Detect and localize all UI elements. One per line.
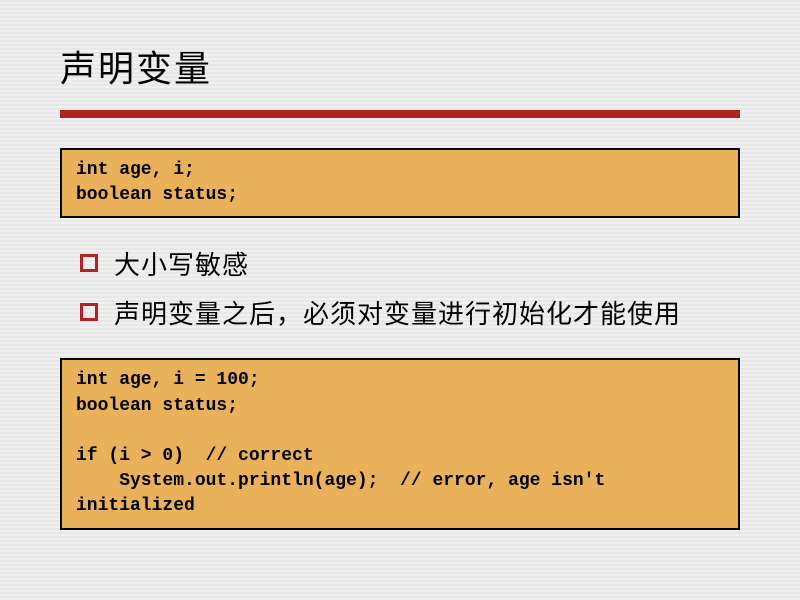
bullet-item: 大小写敏感 bbox=[80, 246, 740, 285]
slide: 声明变量 int age, i; boolean status; 大小写敏感 声… bbox=[0, 0, 800, 600]
square-bullet-icon bbox=[80, 254, 98, 272]
bullet-text: 声明变量之后，必须对变量进行初始化才能使用 bbox=[114, 295, 681, 334]
slide-title: 声明变量 bbox=[60, 40, 740, 92]
square-bullet-icon bbox=[80, 303, 98, 321]
title-underline bbox=[60, 110, 740, 118]
bullet-item: 声明变量之后，必须对变量进行初始化才能使用 bbox=[80, 295, 740, 334]
code-block-1: int age, i; boolean status; bbox=[60, 148, 740, 218]
code-block-2: int age, i = 100; boolean status; if (i … bbox=[60, 358, 740, 529]
bullet-text: 大小写敏感 bbox=[114, 246, 249, 285]
bullet-list: 大小写敏感 声明变量之后，必须对变量进行初始化才能使用 bbox=[80, 246, 740, 334]
